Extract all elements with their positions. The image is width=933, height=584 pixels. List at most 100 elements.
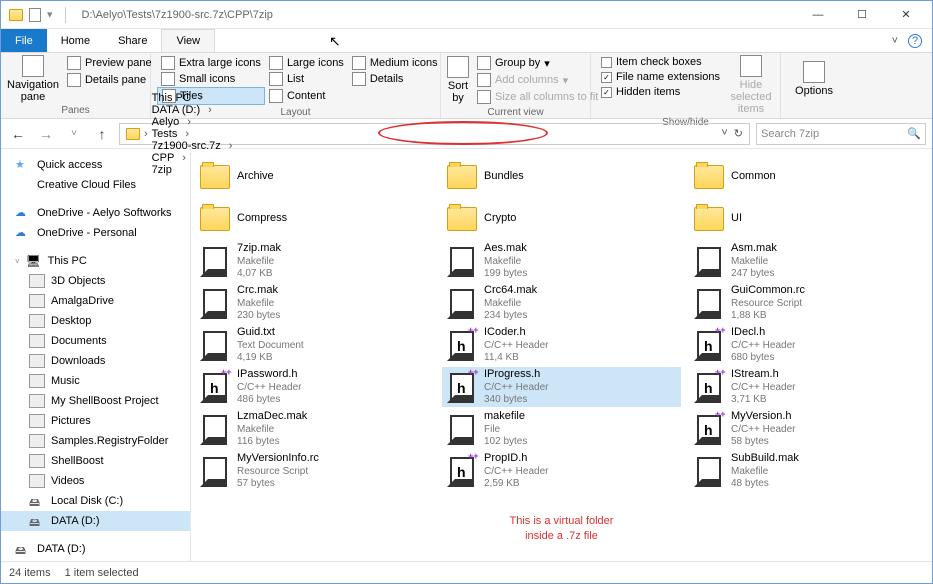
file-tile[interactable]: LzmaDec.makMakefile116 bytes [195,409,434,449]
file-tile[interactable]: 7zip.makMakefile4,07 KB [195,241,434,281]
file-icon [446,413,478,445]
file-tile[interactable]: ++MyVersion.hC/C++ Header58 bytes [689,409,928,449]
group-by-button[interactable]: Group by▾ [473,55,602,71]
refresh-icon[interactable]: ↻ [734,127,743,140]
details-pane-button[interactable]: Details pane [63,72,156,88]
cc-icon [15,178,31,192]
sort-by-button[interactable]: Sort by [447,55,469,105]
sidebar-item[interactable]: Creative Cloud Files [1,175,190,195]
breadcrumb[interactable]: Tests [148,128,237,140]
file-tile[interactable]: GuiCommon.rcResource Script1,88 KB [689,283,928,323]
file-icon [693,455,725,487]
minimize-button[interactable]: — [796,1,840,29]
breadcrumb[interactable]: Aelyo [148,116,237,128]
view-sm-icons[interactable]: Small icons [157,71,265,87]
file-tile[interactable]: UI [689,199,928,239]
file-tile[interactable]: MyVersionInfo.rcResource Script57 bytes [195,451,434,491]
preview-pane-button[interactable]: Preview pane [63,55,156,71]
sidebar-item[interactable]: Downloads [1,351,190,371]
address-bar[interactable]: › This PCDATA (D:)AelyoTests7z1900-src.7… [119,123,750,145]
sidebar-item[interactable]: Pictures [1,411,190,431]
sidebar-item[interactable]: Documents [1,331,190,351]
sidebar-item[interactable]: OneDrive - Aelyo Softworks [1,203,190,223]
ribbon-collapse-icon[interactable]: ˅ [892,35,898,47]
file-pane: ArchiveBundlesCommon CompressCryptoUI 7zip… [191,149,932,561]
file-icon [446,161,478,193]
chk-hidden-items[interactable]: ✓Hidden items [597,85,724,99]
sidebar-item[interactable]: ShellBoost [1,451,190,471]
status-count: 24 items [9,567,51,579]
view-lg-icons[interactable]: Large icons [265,55,348,71]
file-tile[interactable]: ++IStream.hC/C++ Header3,71 KB [689,367,928,407]
sidebar-item[interactable]: 3D Objects [1,271,190,291]
file-tile[interactable]: ++IPassword.hC/C++ Header486 bytes [195,367,434,407]
file-tile[interactable]: Aes.makMakefile199 bytes [442,241,681,281]
back-button[interactable]: ← [7,126,29,142]
sidebar-item[interactable]: Samples.RegistryFolder [1,431,190,451]
file-tile[interactable]: Bundles [442,157,681,197]
sidebar-item[interactable]: Videos [1,471,190,491]
file-tile[interactable]: Archive [195,157,434,197]
sidebar-item[interactable]: ˅This PC [1,251,190,271]
up-button[interactable]: ↑ [91,126,113,142]
file-tile[interactable]: Crc.makMakefile230 bytes [195,283,434,323]
file-tile[interactable]: Asm.makMakefile247 bytes [689,241,928,281]
view-md-icons[interactable]: Medium icons [348,55,442,71]
cloud-icon [15,226,31,240]
file-tile[interactable]: Guid.txtText Document4,19 KB [195,325,434,365]
chk-filename-ext[interactable]: ✓File name extensions [597,70,724,84]
breadcrumb[interactable]: This PC [148,92,237,104]
file-tile[interactable]: Compress [195,199,434,239]
close-button[interactable]: ✕ [884,1,928,29]
file-tile[interactable]: makefileFile102 bytes [442,409,681,449]
navigation-pane-button[interactable]: Navigation pane [7,55,59,103]
maximize-button[interactable]: ☐ [840,1,884,29]
sidebar-item[interactable]: Local Disk (C:) [1,491,190,511]
view-content[interactable]: Content [265,87,348,105]
statusbar: 24 items 1 item selected [1,561,932,583]
file-icon [199,287,231,319]
view-details[interactable]: Details [348,71,442,87]
sidebar-item[interactable]: My ShellBoost Project [1,391,190,411]
tab-home[interactable]: Home [47,29,104,52]
add-columns-button[interactable]: Add columns▾ [473,72,602,88]
generic-icon [29,354,45,368]
file-tile[interactable]: ++IProgress.hC/C++ Header340 bytes [442,367,681,407]
options-button[interactable]: Options [787,55,841,103]
breadcrumb[interactable]: DATA (D:) [148,104,237,116]
tab-file[interactable]: File [1,29,47,52]
file-tile[interactable]: Crc64.makMakefile234 bytes [442,283,681,323]
chk-item-checkboxes[interactable]: Item check boxes [597,55,724,69]
sidebar-item[interactable]: OneDrive - Personal [1,223,190,243]
sidebar-item[interactable]: AmalgaDrive [1,291,190,311]
file-icon: ++ [693,371,725,403]
view-list[interactable]: List [265,71,348,87]
ribbon: Navigation pane Preview pane Details pan… [1,53,932,119]
current-view-label: Current view [447,105,584,120]
file-tile[interactable]: ++ICoder.hC/C++ Header11,4 KB [442,325,681,365]
file-tile[interactable]: ++PropID.hC/C++ Header2,59 KB [442,451,681,491]
search-placeholder: Search 7zip [761,128,907,140]
file-tile[interactable]: Crypto [442,199,681,239]
help-icon[interactable]: ? [908,34,922,48]
hide-selected-button[interactable]: Hide selected items [728,55,774,115]
size-columns-button[interactable]: Size all columns to fit [473,89,602,105]
recent-dropdown[interactable]: ˅ [63,128,85,139]
view-xl-icons[interactable]: Extra large icons [157,55,265,71]
qa-dropdown-icon[interactable]: ▾ [47,8,53,21]
sidebar-item[interactable]: DATA (D:) [1,511,190,531]
file-tile[interactable]: ++IDecl.hC/C++ Header680 bytes [689,325,928,365]
search-input[interactable]: Search 7zip 🔍 [756,123,926,145]
generic-icon [29,474,45,488]
disk-icon [29,494,45,508]
file-tile[interactable]: SubBuild.makMakefile48 bytes [689,451,928,491]
sidebar-item[interactable]: Music [1,371,190,391]
forward-button[interactable]: → [35,126,57,142]
sidebar-item[interactable]: Desktop [1,311,190,331]
file-tile[interactable]: Common [689,157,928,197]
address-dropdown-icon[interactable]: ˅ [721,127,727,140]
file-icon [446,245,478,277]
tab-view[interactable]: View [161,29,215,52]
sidebar-item[interactable]: DATA (D:) [1,539,190,559]
tab-share[interactable]: Share [104,29,161,52]
